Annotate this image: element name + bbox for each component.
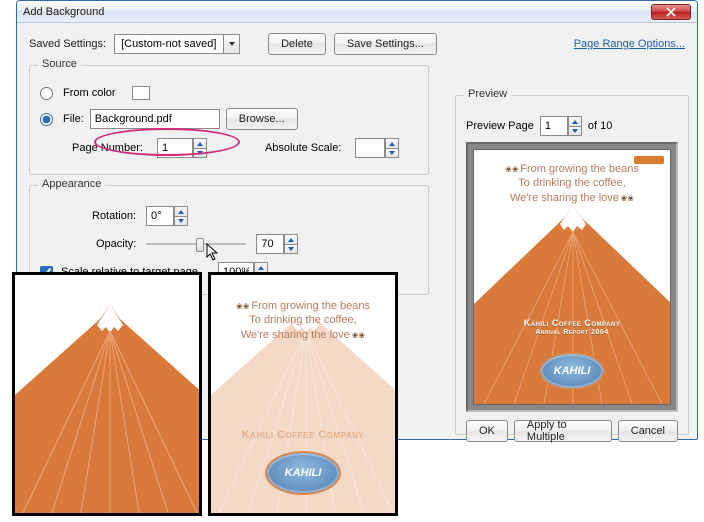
preview-title: Preview <box>464 88 511 100</box>
opacity-input[interactable] <box>256 234 284 254</box>
ok-button[interactable]: OK <box>466 420 508 442</box>
page-number-spinner[interactable] <box>157 138 207 158</box>
absolute-scale-label: Absolute Scale: <box>265 142 341 154</box>
saved-settings-label: Saved Settings: <box>29 38 106 50</box>
close-button[interactable] <box>651 4 691 20</box>
example-thumb-right: ❀❀ From growing the beans To drinking th… <box>208 272 398 516</box>
page-range-options-link[interactable]: Page Range Options... <box>574 38 685 50</box>
page-number-label: Page Number: <box>72 142 143 154</box>
preview-page-input[interactable] <box>540 116 568 136</box>
preview-of-label: of 10 <box>588 120 612 132</box>
opacity-label: Opacity: <box>96 238 136 250</box>
source-title: Source <box>38 58 81 70</box>
titlebar[interactable]: Add Background <box>17 1 697 23</box>
file-input[interactable] <box>90 109 220 129</box>
rotation-input[interactable] <box>146 206 174 226</box>
spin-up-icon[interactable] <box>254 262 268 272</box>
hero-text: ❀❀ From growing the beans To drinking th… <box>211 299 395 342</box>
saved-settings-value: [Custom-not saved] <box>115 38 223 50</box>
save-settings-button[interactable]: Save Settings... <box>334 33 437 55</box>
color-swatch[interactable] <box>132 86 150 100</box>
preview-frame: ❀❀ From growing the beans To drinking th… <box>466 142 678 412</box>
file-label: File: <box>63 113 84 125</box>
spin-up-icon[interactable] <box>385 138 399 148</box>
preview-group: Preview Preview Page of 10 ❀❀ From growi… <box>455 95 689 435</box>
spin-up-icon[interactable] <box>568 116 582 126</box>
doc-title: Kahili Coffee Company <box>211 429 395 441</box>
rotation-spinner[interactable] <box>146 206 188 226</box>
apply-multiple-button[interactable]: Apply to Multiple <box>514 420 612 442</box>
absolute-scale-spinner[interactable] <box>355 138 399 158</box>
opacity-slider[interactable] <box>146 235 246 253</box>
spin-up-icon[interactable] <box>284 234 298 244</box>
doc-title: Kahili Coffee Company Annual Report 2004 <box>474 318 670 336</box>
page-number-input[interactable] <box>157 138 193 158</box>
spin-down-icon[interactable] <box>284 244 298 254</box>
browse-button[interactable]: Browse... <box>226 108 298 130</box>
kahili-logo: KAHILI <box>539 352 605 390</box>
preview-page-spinner[interactable] <box>540 116 582 136</box>
opacity-spinner[interactable] <box>256 234 298 254</box>
kahili-logo: KAHILI <box>265 451 341 495</box>
appearance-title: Appearance <box>38 178 105 190</box>
spin-down-icon[interactable] <box>568 126 582 136</box>
example-thumb-left <box>12 272 202 516</box>
from-color-label: From color <box>63 87 116 99</box>
close-icon <box>666 7 676 17</box>
cursor-icon <box>206 243 222 263</box>
preview-page: ❀❀ From growing the beans To drinking th… <box>473 149 671 405</box>
saved-settings-combo[interactable]: [Custom-not saved] <box>114 34 240 54</box>
chevron-down-icon <box>223 35 239 53</box>
spin-up-icon[interactable] <box>193 138 207 148</box>
mountain-art <box>15 275 202 516</box>
spin-up-icon[interactable] <box>174 206 188 216</box>
slider-thumb[interactable] <box>196 238 204 252</box>
window-title: Add Background <box>23 6 651 18</box>
file-radio[interactable] <box>40 113 53 126</box>
spin-down-icon[interactable] <box>174 216 188 226</box>
preview-page-label: Preview Page <box>466 120 534 132</box>
delete-button[interactable]: Delete <box>268 33 326 55</box>
from-color-radio[interactable] <box>40 87 53 100</box>
cancel-button[interactable]: Cancel <box>618 420 678 442</box>
spin-down-icon[interactable] <box>385 148 399 158</box>
spin-down-icon[interactable] <box>193 148 207 158</box>
rotation-label: Rotation: <box>92 210 136 222</box>
absolute-scale-input[interactable] <box>355 138 385 158</box>
source-group: Source From color File: Browse... Page N… <box>29 65 429 175</box>
